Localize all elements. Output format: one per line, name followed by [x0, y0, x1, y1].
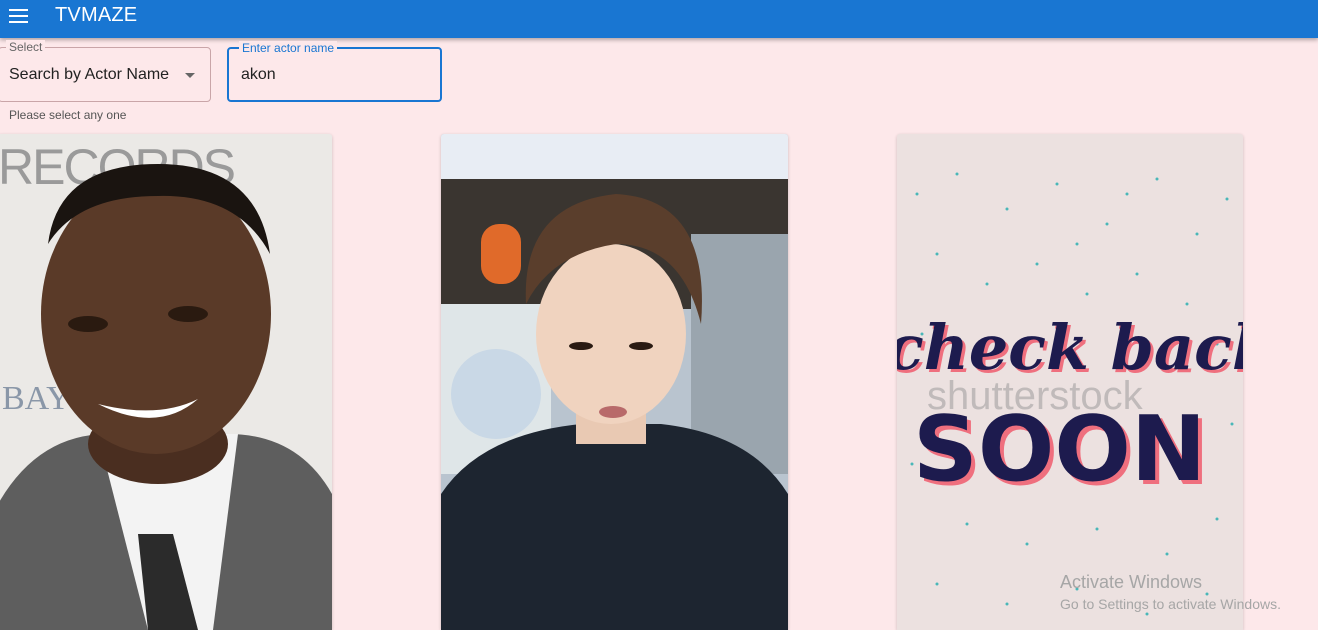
select-label: Select: [6, 40, 46, 54]
watermark-line1: Activate Windows: [1060, 572, 1203, 592]
actor-card[interactable]: RECORDS BAY: [0, 134, 332, 630]
watermark-line2: Go to Settings to activate Windows.: [1060, 596, 1281, 612]
placeholder-image: check back check back SOON SOON shutters…: [897, 134, 1243, 630]
caret-down-icon: [185, 73, 195, 78]
app-title: TVMAZE: [55, 4, 138, 26]
actor-card[interactable]: [441, 134, 788, 630]
search-type-select[interactable]: Select Search by Actor Name: [0, 40, 211, 102]
windows-activation-watermark: Activate Windows Go to Settings to activ…: [1060, 572, 1281, 612]
actor-name-field[interactable]: Enter actor name: [227, 41, 442, 102]
select-helper-text: Please select any one: [9, 108, 127, 122]
actor-photo: [441, 134, 788, 630]
actor-name-input[interactable]: [241, 66, 431, 84]
stock-watermark: shutterstock: [927, 374, 1144, 418]
actor-photo: RECORDS BAY: [0, 134, 332, 630]
app-bar: TVMAZE: [0, 0, 1318, 38]
menu-icon[interactable]: [9, 8, 29, 24]
select-value: Search by Actor Name: [9, 66, 170, 83]
actor-card[interactable]: check back check back SOON SOON shutters…: [897, 134, 1243, 630]
actor-name-label: Enter actor name: [239, 41, 338, 55]
